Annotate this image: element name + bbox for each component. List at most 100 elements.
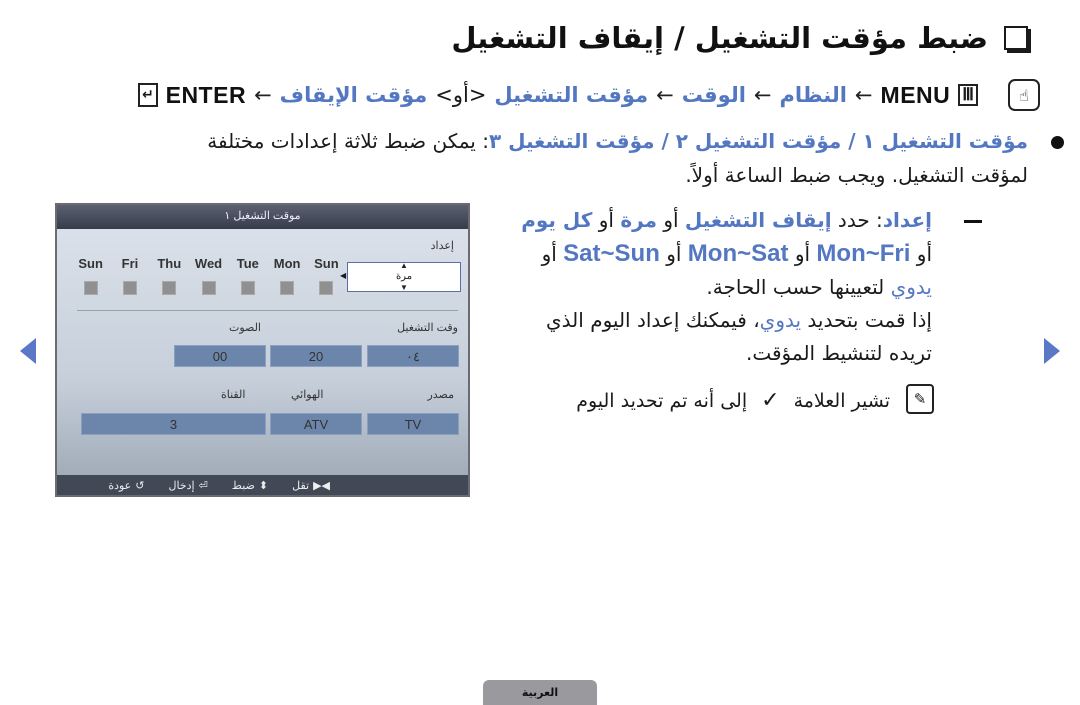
antenna-label: الهوائي [291,389,324,401]
footer-return: ↺ عودة [108,479,144,492]
channel-field[interactable]: 3 [81,413,266,435]
enter-key-icon: ⏎ [198,479,208,492]
osd-footer: ◀▶ تقل ⬍ ضبط ⏎ إدخال ↺ عودة [57,475,468,495]
menu-grid-icon: Ⅲ [958,84,978,106]
setup-text: لتعيينها حسب الحاجة. [706,275,891,299]
menu-path: ☝ Ⅲ MENU ← النظام ← الوقت ← مؤقت التشغيل… [138,77,1040,113]
footer-move: ◀▶ تقل [292,479,330,492]
option-sat-sun: Sat~Sun [563,240,660,267]
setup-label: إعداد [882,208,932,232]
up-down-arrows-icon: ⬍ [258,479,269,492]
enter-key-icon: ↵ [138,83,158,107]
language-tab[interactable]: العربية [483,680,597,705]
day-checkbox[interactable] [280,281,295,295]
dash-icon [964,220,982,223]
footer-label: عودة [108,479,132,492]
bullet-icon [1051,136,1064,149]
right-triangle-icon[interactable] [1044,338,1060,364]
timer-names: مؤقت التشغيل ١ / مؤقت التشغيل ٢ / مؤقت ا… [488,129,1028,153]
menu-step-on-timer: مؤقت التشغيل [494,83,649,107]
osd-setup-label: إعداد [430,240,454,252]
arrow-icon: ← [854,83,873,107]
repeat-value: مرة [395,271,413,282]
day-name: Wed [194,256,223,271]
up-arrow-icon[interactable]: ▲ [400,262,408,270]
setup-text: إذا قمت بتحديد [801,308,932,332]
day-checkbox[interactable] [83,281,98,295]
footer-label: إدخال [168,479,195,492]
option-off: إيقاف التشغيل [684,208,832,232]
or-text: أو [592,208,621,232]
note-text: تشير العلامة [793,389,890,412]
day-name: Tue [236,256,259,271]
antenna-field[interactable]: ATV [270,413,362,435]
option-manual: يدوي [759,308,802,332]
menu-key-label: MENU [880,81,951,108]
or-text: أو [659,242,688,266]
day-name: Thu [157,256,182,271]
arrow-icon: ← [254,83,272,107]
day-checkboxes: Sun Fri Thu Wed Tue Mon Sun [71,256,346,295]
day-checkbox[interactable] [240,281,255,295]
day-name: Sun [314,256,339,271]
menu-step-off-timer: مؤقت الإيقاف [279,83,428,107]
menu-step-system: النظام [779,83,847,107]
checkmark-icon: ✓ [761,388,780,413]
hand-touch-icon: ☝ [1008,79,1040,111]
option-mon-fri: Mon~Fri [816,240,911,267]
left-right-arrows-icon: ◀▶ [313,479,330,492]
option-mon-sat: Mon~Sat [687,240,789,267]
enter-key-label: ENTER [165,81,247,108]
day-item[interactable]: Thu [150,256,189,295]
day-name: Fri [121,256,139,271]
day-checkbox[interactable] [319,281,334,295]
title-text: ضبط مؤقت التشغيل / إيقاف التشغيل [451,21,988,55]
day-item[interactable]: Sun [71,256,110,295]
setup-description: إعداد: حدد إيقاف التشغيل أو مرة أو كل يو… [502,204,982,370]
left-triangle-icon[interactable] [20,338,36,364]
setup-text: : حدد [831,208,883,232]
footer-enter: ⏎ إدخال [168,479,207,492]
option-daily: كل يوم [521,208,593,232]
option-manual: يدوي [890,275,932,299]
day-name: Sun [78,256,103,271]
note-text: إلى أنه تم تحديد اليوم [576,389,748,412]
day-checkbox[interactable] [201,281,216,295]
day-name: Mon [273,256,301,271]
volume-label: الصوت [229,322,261,334]
or-text: أو [910,242,932,266]
day-item[interactable]: Fri [110,256,149,295]
footer-label: تقل [292,479,310,492]
day-item[interactable]: Wed [189,256,228,295]
repeat-selector[interactable]: ▲ ◀ مرة ▼ [340,262,461,292]
menu-step-or: <أو> [435,83,487,107]
square-checkbox-icon [1004,26,1028,50]
left-arrow-icon[interactable]: ◀ [340,272,346,280]
section-title: ضبط مؤقت التشغيل / إيقاف التشغيل [451,18,1028,58]
or-text: أو [788,242,817,266]
on-time-label: وقت التشغيل [397,322,458,334]
arrow-icon: ← [656,83,674,107]
minute-field[interactable]: 20 [270,345,362,367]
note: ✎ تشير العلامة ✓ إلى أنه تم تحديد اليوم [576,384,934,414]
or-text: أو [541,242,564,266]
timer-description: مؤقت التشغيل ١ / مؤقت التشغيل ٢ / مؤقت ا… [148,124,1064,192]
day-item[interactable]: Mon [267,256,306,295]
down-arrow-icon[interactable]: ▼ [400,284,408,292]
return-icon: ↺ [135,479,145,492]
day-checkbox[interactable] [162,281,177,295]
day-checkbox[interactable] [122,281,137,295]
footer-label: ضبط [231,479,255,492]
divider [77,310,458,311]
channel-label: القناة [221,389,246,401]
option-once: مرة [620,208,657,232]
source-field[interactable]: TV [367,413,459,435]
arrow-icon: ← [753,83,772,107]
osd-header: موقت التشغيل ١ [57,205,468,229]
or-text: أو [656,208,685,232]
day-item[interactable]: Tue [228,256,267,295]
volume-field[interactable]: 00 [174,345,266,367]
tv-osd-panel: موقت التشغيل ١ إعداد Sun Fri Thu Wed Tue… [55,203,470,497]
hour-field[interactable]: ٠٤ [367,345,459,367]
source-label: مصدر [427,389,454,401]
